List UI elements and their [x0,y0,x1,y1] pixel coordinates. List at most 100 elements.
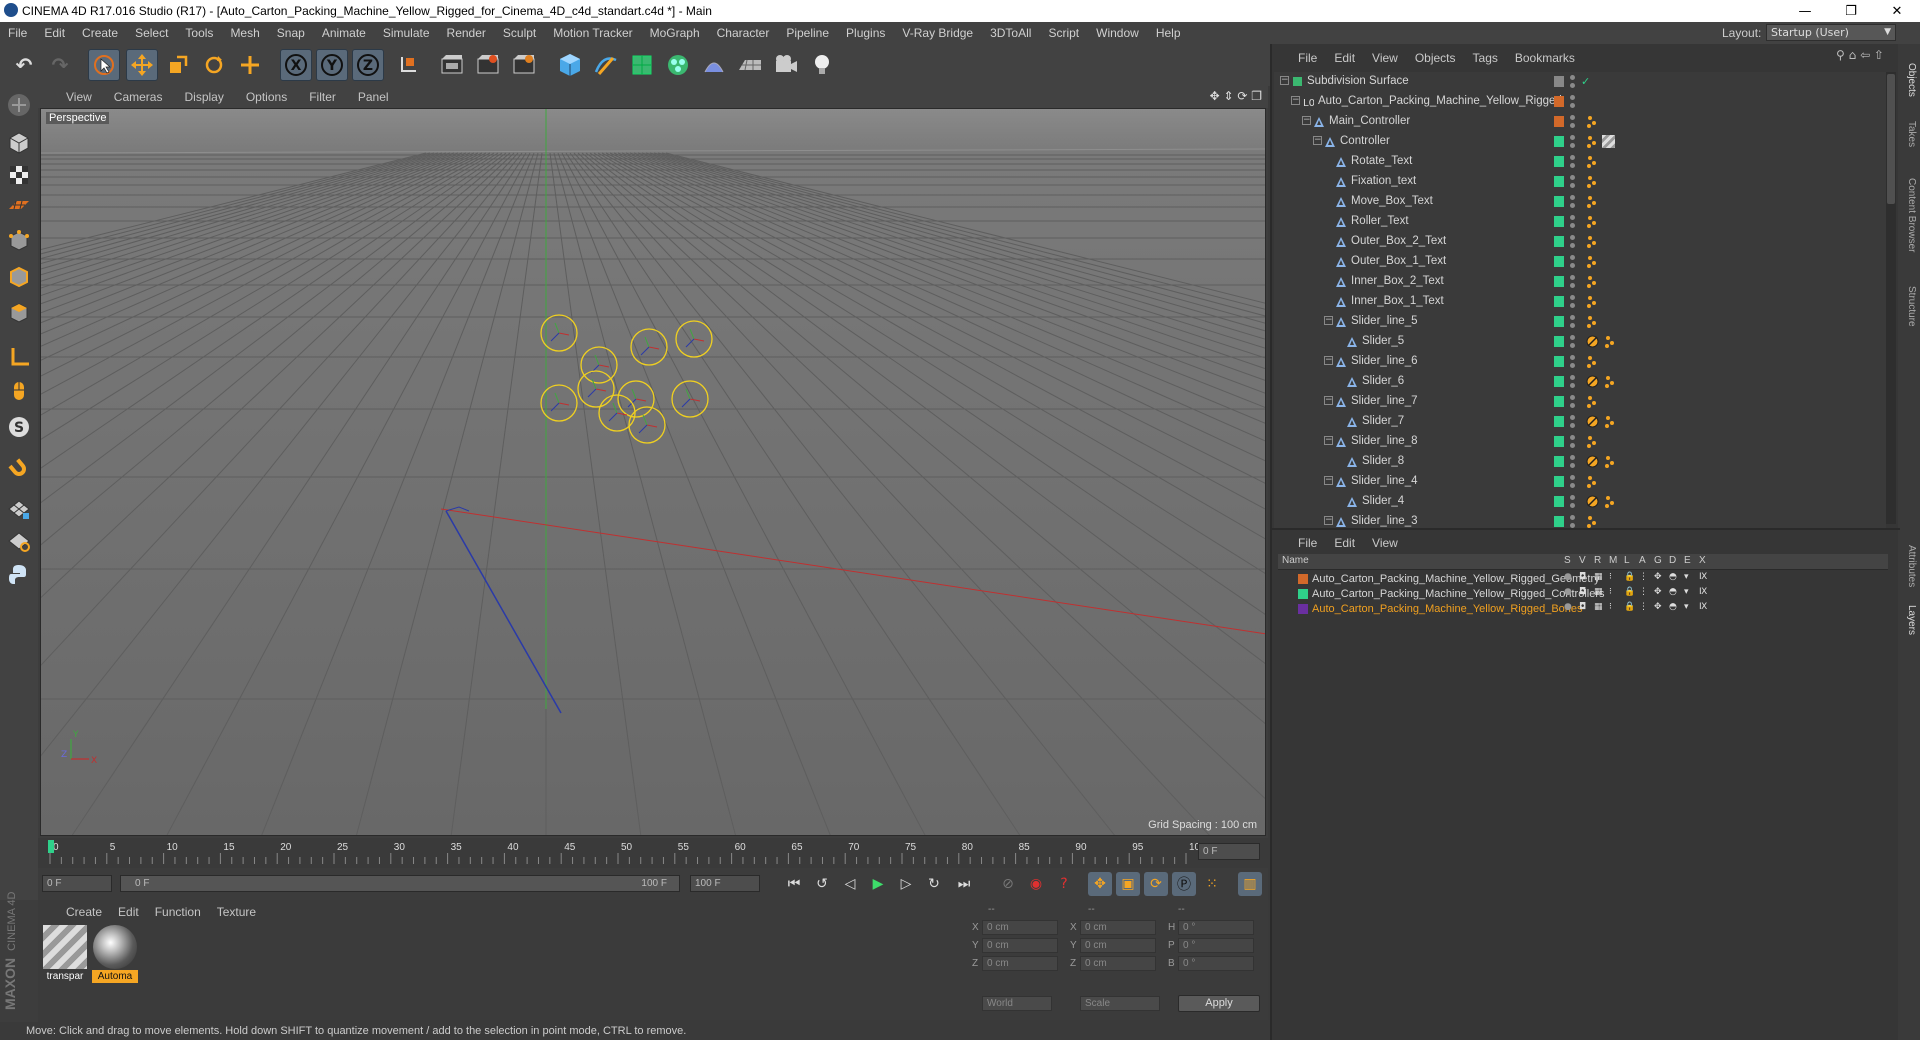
layout-select[interactable]: Startup (User) ▼ [1766,24,1896,41]
viewport-menu-view[interactable]: View [66,90,92,104]
tab-layers[interactable]: Layers [1901,600,1917,640]
render-picture-viewer-icon[interactable] [472,49,504,81]
rotation-field[interactable]: 0 ° [1178,938,1254,953]
editor-visibility-dot[interactable] [1570,95,1575,100]
rotation-field[interactable]: 0 ° [1178,920,1254,935]
editor-visibility-dot[interactable] [1570,135,1575,140]
viewport-camera-label[interactable]: Perspective [46,112,110,124]
editor-visibility-dot[interactable] [1570,415,1575,420]
protection-tag-icon[interactable] [1586,335,1599,348]
layer-color-swatch[interactable] [1554,236,1564,247]
render-visibility-dot[interactable] [1570,223,1575,228]
next-key-icon[interactable]: ↻ [922,872,946,896]
apply-button[interactable]: Apply [1178,995,1260,1012]
render-icon[interactable]: ▦ [1594,572,1603,582]
mograph-cloner-icon[interactable] [662,49,694,81]
editor-visibility-dot[interactable] [1570,335,1575,340]
deformer-icon[interactable] [698,49,730,81]
object-row[interactable]: Inner_Box_1_Text [1274,292,1886,312]
make-editable-icon[interactable] [3,90,35,120]
animation-icon[interactable]: ⋮ [1639,602,1648,612]
menu-mograph[interactable]: MoGraph [642,26,709,40]
xref-icon[interactable]: Ⅸ [1699,572,1707,582]
render-visibility-dot[interactable] [1570,263,1575,268]
y-axis-lock-icon[interactable]: Y [316,49,348,81]
material-slot-transparent[interactable]: transpar [42,924,88,982]
tab-attributes[interactable]: Attributes [1901,536,1917,596]
menu-tools[interactable]: Tools [177,26,222,40]
menu-motion-tracker[interactable]: Motion Tracker [545,26,641,40]
layer-color-swatch[interactable] [1554,276,1564,287]
object-row[interactable]: Move_Box_Text [1274,192,1886,212]
layer-color-swatch[interactable] [1554,456,1564,467]
render-visibility-dot[interactable] [1570,143,1575,148]
menu-window[interactable]: Window [1088,26,1148,40]
python-icon[interactable] [3,560,35,590]
layer-menu-file[interactable]: File [1298,536,1317,550]
layer-column-m[interactable]: M [1609,555,1617,566]
layer-color-swatch[interactable] [1554,376,1564,387]
layer-row[interactable]: Auto_Carton_Packing_Machine_Yellow_Rigge… [1278,587,1888,602]
visible-icon[interactable]: ◘ [1579,572,1586,582]
editor-visibility-dot[interactable] [1570,375,1575,380]
layer-color-swatch[interactable] [1554,356,1564,367]
menu-file[interactable]: File [0,26,36,40]
object-row[interactable]: Roller_Text [1274,212,1886,232]
menu-edit[interactable]: Edit [36,26,74,40]
editor-visibility-dot[interactable] [1570,175,1575,180]
size-field[interactable]: 0 cm [1080,920,1156,935]
expression-icon[interactable]: ▾ [1684,587,1689,597]
layer-color-swatch[interactable] [1298,574,1308,584]
editor-visibility-dot[interactable] [1570,515,1575,520]
solo-icon[interactable]: ● [1564,587,1572,597]
expand-toggle-icon[interactable]: − [1324,396,1333,405]
generator-icon[interactable]: ✥ [1654,602,1662,612]
ik-tag-icon[interactable] [1586,115,1599,128]
material-slot-automa[interactable]: Automa [92,924,138,983]
object-row[interactable]: Slider_5 [1274,332,1886,352]
locked-workplane-icon[interactable] [3,494,35,524]
object-row[interactable]: Slider_6 [1274,372,1886,392]
viewport-menu-filter[interactable]: Filter [309,90,336,104]
expand-toggle-icon[interactable]: − [1324,356,1333,365]
editor-visibility-dot[interactable] [1570,355,1575,360]
ik-tag-icon[interactable] [1586,175,1599,188]
editor-visibility-dot[interactable] [1570,115,1575,120]
animation-icon[interactable]: ⋮ [1639,587,1648,597]
object-row[interactable]: Slider_4 [1274,492,1886,512]
editor-visibility-dot[interactable] [1570,295,1575,300]
subdivision-generator-icon[interactable] [626,49,658,81]
layer-color-swatch[interactable] [1298,604,1308,614]
layer-menu-edit[interactable]: Edit [1334,536,1355,550]
editor-visibility-dot[interactable] [1570,255,1575,260]
record-keys-icon[interactable]: ⊘ [996,872,1020,896]
generator-icon[interactable]: ✥ [1654,572,1662,582]
layer-color-swatch[interactable] [1298,589,1308,599]
layer-menu-view[interactable]: View [1372,536,1398,550]
deformer-icon[interactable]: ◓ [1669,572,1677,582]
editor-visibility-dot[interactable] [1570,395,1575,400]
transform-tool-icon[interactable] [234,49,266,81]
menu-character[interactable]: Character [709,26,779,40]
layer-color-swatch[interactable] [1554,416,1564,427]
ik-tag-icon[interactable] [1586,155,1599,168]
animation-icon[interactable]: ⋮ [1639,572,1648,582]
previous-frame-icon[interactable]: ◁ [838,872,862,896]
workplane-mode-icon[interactable] [3,190,35,220]
snap-icon[interactable]: S [3,412,35,442]
layer-column-a[interactable]: A [1639,555,1646,566]
start-frame-field[interactable]: 0 F [42,875,112,892]
xref-icon[interactable]: Ⅸ [1699,587,1707,597]
render-visibility-dot[interactable] [1570,483,1575,488]
layer-color-swatch[interactable] [1554,336,1564,347]
move-tool-icon[interactable] [126,49,158,81]
viewport-menu-options[interactable]: Options [246,90,287,104]
rotate-tool-icon[interactable] [198,49,230,81]
next-frame-icon[interactable]: ▷ [894,872,918,896]
editor-visibility-dot[interactable] [1570,455,1575,460]
protection-tag-icon[interactable] [1586,415,1599,428]
go-to-end-icon[interactable]: ⏭ [952,872,976,896]
coordinate-system-select[interactable]: World [982,996,1052,1011]
play-forward-icon[interactable]: ▶ [866,872,890,896]
material-menu-texture[interactable]: Texture [217,905,256,919]
